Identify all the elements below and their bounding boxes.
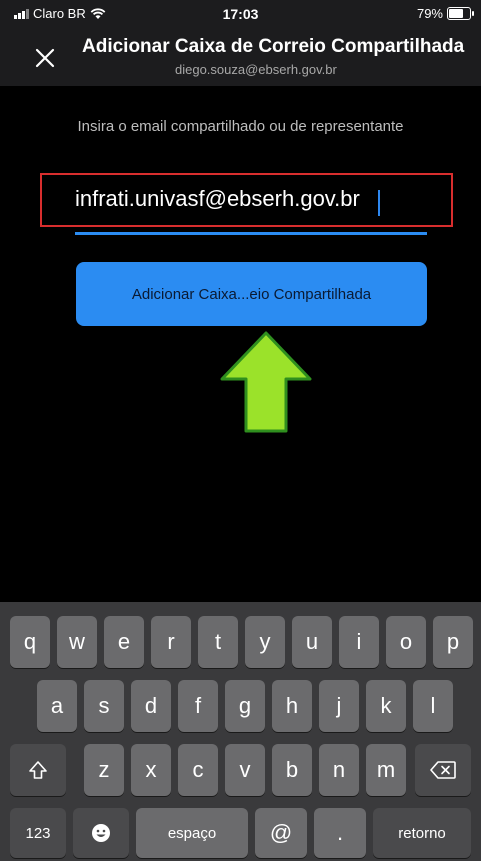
key-w[interactable]: w — [57, 616, 97, 668]
key-p[interactable]: p — [433, 616, 473, 668]
key-q[interactable]: q — [10, 616, 50, 668]
instruction-text: Insira o email compartilhado ou de repre… — [77, 118, 404, 135]
key-u[interactable]: u — [292, 616, 332, 668]
key-f[interactable]: f — [178, 680, 218, 732]
status-time: 17:03 — [222, 6, 259, 22]
return-key[interactable]: retorno — [373, 808, 471, 858]
account-email: diego.souza@ebserh.gov.br — [175, 62, 337, 77]
shift-key[interactable] — [10, 744, 66, 796]
key-o[interactable]: o — [386, 616, 426, 668]
close-icon[interactable] — [30, 43, 60, 73]
key-x[interactable]: x — [131, 744, 171, 796]
battery-fill — [449, 9, 463, 18]
key-g[interactable]: g — [225, 680, 265, 732]
key-y[interactable]: y — [245, 616, 285, 668]
key-r[interactable]: r — [151, 616, 191, 668]
status-bar: Claro BR 17:03 79% — [0, 0, 481, 26]
page-title: Adicionar Caixa de Correio Compartilhada — [82, 36, 465, 57]
key-k[interactable]: k — [366, 680, 406, 732]
key-t[interactable]: t — [198, 616, 238, 668]
status-right: 79% — [416, 6, 474, 21]
key-a[interactable]: a — [37, 680, 77, 732]
key-s[interactable]: s — [84, 680, 124, 732]
key-l[interactable]: l — [413, 680, 453, 732]
key-c[interactable]: c — [178, 744, 218, 796]
input-underline — [75, 232, 427, 235]
text-caret — [378, 190, 380, 216]
space-key[interactable]: espaço — [136, 808, 248, 858]
add-shared-mailbox-button[interactable]: Adicionar Caixa...eio Compartilhada — [76, 262, 427, 326]
keyboard: q w e r t y u i o p a s d f g h j k l z … — [0, 602, 481, 861]
key-n[interactable]: n — [319, 744, 359, 796]
battery-percent: 79% — [416, 6, 443, 21]
backspace-icon — [430, 761, 456, 779]
key-e[interactable]: e — [104, 616, 144, 668]
emoji-icon — [92, 824, 110, 842]
key-d[interactable]: d — [131, 680, 171, 732]
delete-key[interactable] — [415, 744, 471, 796]
top-bar: Claro BR 17:03 79% Adicionar Caixa de Co… — [0, 0, 481, 86]
dot-key[interactable]: . — [314, 808, 366, 858]
key-j[interactable]: j — [319, 680, 359, 732]
key-i[interactable]: i — [339, 616, 379, 668]
key-z[interactable]: z — [84, 744, 124, 796]
key-v[interactable]: v — [225, 744, 265, 796]
arrow-up-icon — [220, 331, 312, 433]
key-m[interactable]: m — [366, 744, 406, 796]
numbers-key[interactable]: 123 — [10, 808, 66, 858]
emoji-key[interactable] — [73, 808, 129, 858]
email-input[interactable] — [75, 186, 435, 212]
battery-icon — [447, 7, 474, 20]
key-b[interactable]: b — [272, 744, 312, 796]
at-key[interactable]: @ — [255, 808, 307, 858]
shift-icon — [29, 761, 47, 779]
key-h[interactable]: h — [272, 680, 312, 732]
